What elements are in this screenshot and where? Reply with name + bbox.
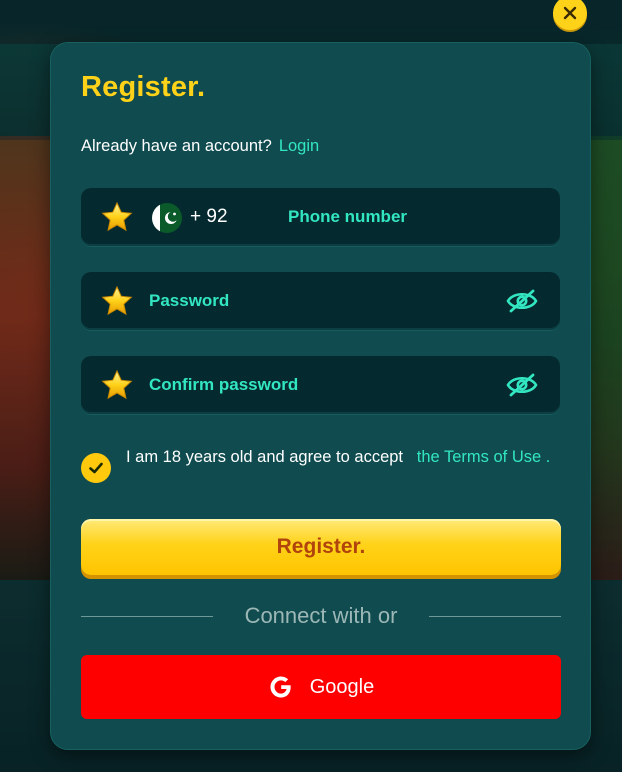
google-label: Google: [309, 675, 375, 698]
agree-checkbox[interactable]: [81, 453, 111, 483]
pakistan-flag-icon: [152, 203, 182, 233]
password-field[interactable]: Password: [81, 272, 560, 330]
checkmark-icon: [89, 462, 103, 474]
agreement-suffix: .: [545, 448, 551, 466]
close-icon: [563, 6, 577, 20]
star-icon: [101, 369, 133, 400]
confirm-password-field[interactable]: Confirm password: [81, 356, 560, 414]
google-login-button[interactable]: Google: [81, 655, 561, 719]
terms-of-use-link[interactable]: the Terms of Use: [417, 448, 541, 466]
password-input[interactable]: Password: [149, 291, 229, 311]
register-modal: Register. Already have an account? Login…: [50, 42, 591, 750]
login-prompt: Already have an account? Login: [81, 137, 319, 156]
confirm-password-input[interactable]: Confirm password: [149, 375, 298, 395]
have-account-text: Already have an account?: [81, 137, 272, 155]
phone-field[interactable]: + 92 Phone number: [81, 188, 560, 246]
modal-title: Register.: [81, 71, 206, 103]
login-link[interactable]: Login: [279, 137, 319, 156]
google-icon: [270, 676, 291, 698]
dial-code[interactable]: + 92: [190, 206, 228, 228]
register-button[interactable]: Register.: [81, 519, 561, 575]
phone-input[interactable]: Phone number: [288, 207, 407, 227]
agreement-text: I am 18 years old and agree to accept th…: [126, 447, 556, 468]
connect-divider: Connect with or: [81, 603, 561, 631]
star-icon: [101, 201, 133, 232]
eye-slash-icon[interactable]: [506, 288, 538, 314]
agreement-label: I am 18 years old and agree to accept: [126, 448, 404, 466]
eye-slash-icon[interactable]: [506, 372, 538, 398]
star-icon: [101, 285, 133, 316]
divider-line-right: [429, 616, 561, 617]
